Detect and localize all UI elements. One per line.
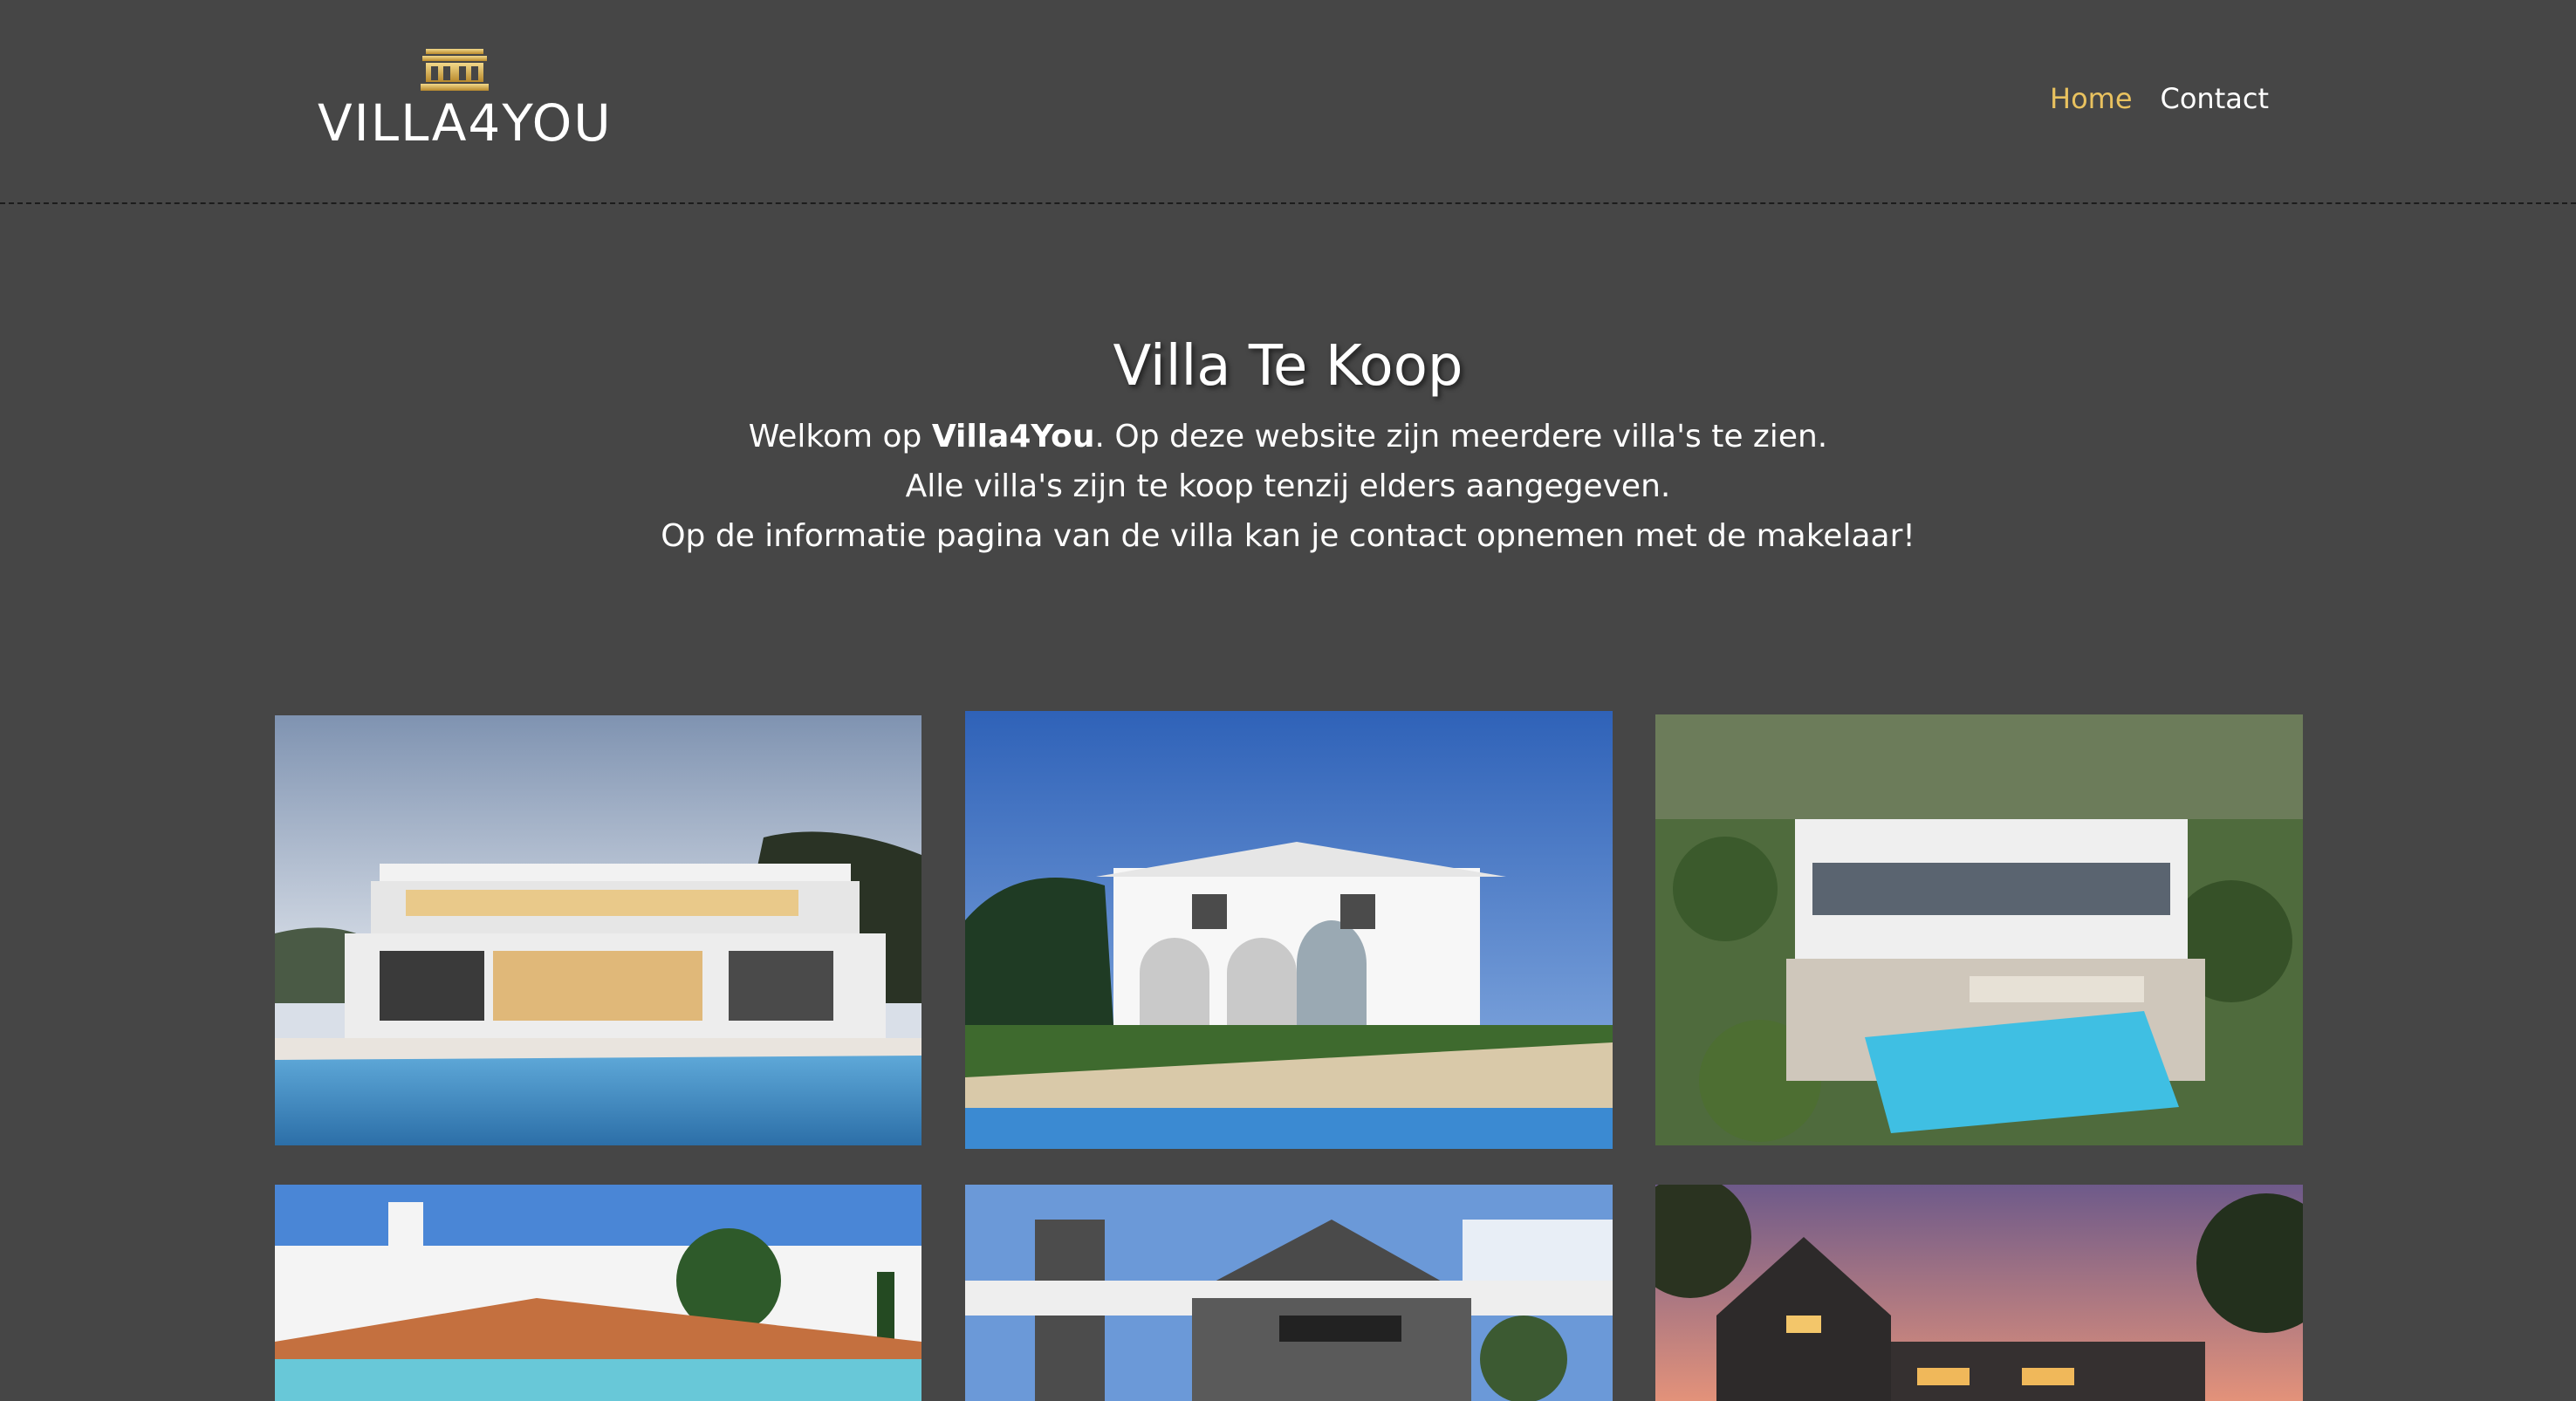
- villa-photo-5: [965, 1185, 1613, 1401]
- villa-photo-2: [965, 711, 1613, 1149]
- villa-photo-3: [1655, 714, 2303, 1145]
- villa-card-6[interactable]: [1655, 1185, 2303, 1401]
- villa-photo-1: [275, 715, 921, 1145]
- villa-card-3[interactable]: [1655, 714, 2303, 1145]
- villa-card-1[interactable]: [275, 715, 921, 1145]
- villa-photo-4: [275, 1185, 921, 1401]
- villa-card-2[interactable]: [965, 711, 1613, 1149]
- villa-photo-6: [1655, 1185, 2303, 1401]
- villa-card-4[interactable]: [275, 1185, 921, 1401]
- villa-gallery: [0, 0, 2576, 1401]
- villa-card-5[interactable]: [965, 1185, 1613, 1401]
